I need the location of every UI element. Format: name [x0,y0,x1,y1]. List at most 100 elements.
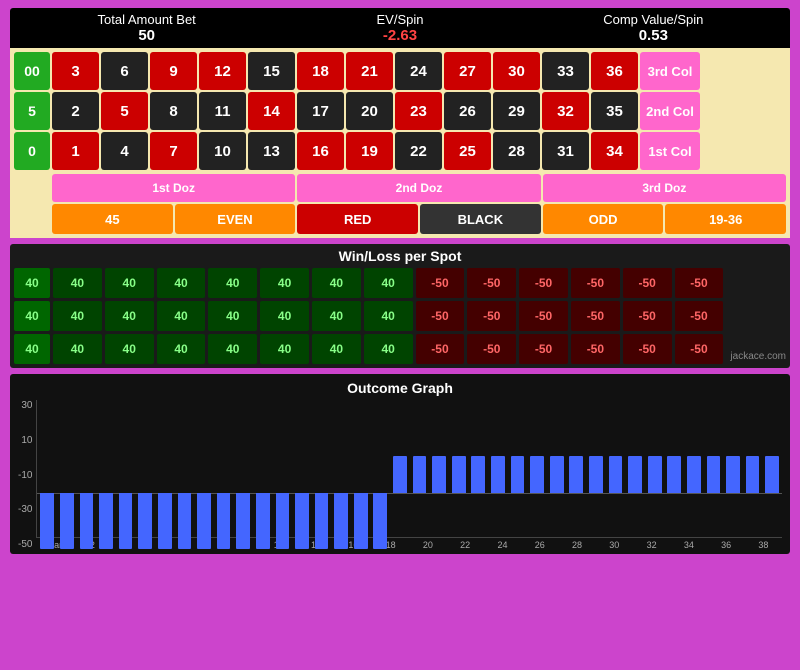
num-cell-13[interactable]: 13 [248,132,295,170]
num-cell-26[interactable]: 26 [444,92,491,130]
bet-cell-2[interactable]: RED [297,204,418,234]
num-cell-25[interactable]: 25 [444,132,491,170]
num-cell-27[interactable]: 27 [444,52,491,90]
bar-group [77,400,97,537]
bar-group [175,400,195,537]
num-cell-35[interactable]: 35 [591,92,638,130]
bet-cell-4[interactable]: ODD [543,204,664,234]
num-cell-30[interactable]: 30 [493,52,540,90]
bar-group [469,400,489,537]
wl-cell-2-7: -50 [416,334,465,364]
wl-row-1: 40404040404040-50-50-50-50-50-50 [53,301,723,331]
bar-group [664,400,684,537]
wl-cell-1-0: 40 [53,301,102,331]
num-cell-12[interactable]: 12 [199,52,246,90]
wl-cell-0-9: -50 [519,268,568,298]
bar [119,493,133,549]
num-cell-14[interactable]: 14 [248,92,295,130]
num-cell-29[interactable]: 29 [493,92,540,130]
wl-cell-2-5: 40 [312,334,361,364]
roulette-row-1: 52581114172023262932352nd Col [14,92,786,130]
winloss-grid: 40404040404040404040-50-50-50-50-50-5040… [14,268,786,364]
wl-cell-2-8: -50 [467,334,516,364]
num-cell-15[interactable]: 15 [248,52,295,90]
winloss-zeros: 404040 [14,268,50,364]
num-cell-31[interactable]: 31 [542,132,589,170]
wl-cell-1-12: -50 [675,301,724,331]
num-cell-32[interactable]: 32 [542,92,589,130]
num-cell-33[interactable]: 33 [542,52,589,90]
bar-group [566,400,586,537]
graph-section: Outcome Graph 3010-10-30-50 Start2468101… [10,374,790,554]
bar [511,456,525,494]
num-cell-16[interactable]: 16 [297,132,344,170]
col-label-1[interactable]: 2nd Col [640,92,700,130]
ev-block: EV/Spin -2.63 [273,12,526,44]
x-axis-label: 24 [484,540,521,550]
winloss-section: Win/Loss per Spot 40404040404040404040-5… [10,244,790,368]
num-cell-4[interactable]: 4 [101,132,148,170]
bet-cell-5[interactable]: 19-36 [665,204,786,234]
stats-bar: Total Amount Bet 50 EV/Spin -2.63 Comp V… [10,8,790,48]
bar [334,493,348,549]
wl-cell-0-11: -50 [623,268,672,298]
num-cell-34[interactable]: 34 [591,132,638,170]
dozen-cell-0[interactable]: 1st Doz [52,174,295,202]
zero-cell[interactable]: 5 [14,92,50,130]
bar-group [292,400,312,537]
num-cell-21[interactable]: 21 [346,52,393,90]
bet-cell-0[interactable]: 45 [52,204,173,234]
num-cell-9[interactable]: 9 [150,52,197,90]
num-cell-17[interactable]: 17 [297,92,344,130]
bar [726,456,740,494]
num-cell-8[interactable]: 8 [150,92,197,130]
num-cell-11[interactable]: 11 [199,92,246,130]
num-cell-1[interactable]: 1 [52,132,99,170]
comp-value: 0.53 [527,27,780,44]
x-axis-label: 20 [409,540,446,550]
num-cell-36[interactable]: 36 [591,52,638,90]
num-cell-22[interactable]: 22 [395,132,442,170]
num-cell-24[interactable]: 24 [395,52,442,90]
dozen-cell-1[interactable]: 2nd Doz [297,174,540,202]
bar-group [312,400,332,537]
num-cell-2[interactable]: 2 [52,92,99,130]
wl-cell-2-10: -50 [571,334,620,364]
bar [707,456,721,494]
bar-group [194,400,214,537]
wl-row-0: 40404040404040-50-50-50-50-50-50 [53,268,723,298]
num-cell-10[interactable]: 10 [199,132,246,170]
bet-cell-1[interactable]: EVEN [175,204,296,234]
wl-zero-0: 40 [14,268,50,298]
wl-cell-1-1: 40 [105,301,154,331]
y-axis: 3010-10-30-50 [18,400,36,550]
bar [197,493,211,549]
wl-cell-0-8: -50 [467,268,516,298]
num-cell-6[interactable]: 6 [101,52,148,90]
bar [687,456,701,494]
num-cell-20[interactable]: 20 [346,92,393,130]
y-axis-label: -30 [18,504,32,515]
num-cell-18[interactable]: 18 [297,52,344,90]
bar [746,456,760,494]
col-label-2[interactable]: 1st Col [640,132,700,170]
bar [667,456,681,494]
bet-cell-3[interactable]: BLACK [420,204,541,234]
bar [354,493,368,549]
dozen-cell-2[interactable]: 3rd Doz [543,174,786,202]
num-cell-7[interactable]: 7 [150,132,197,170]
num-cell-23[interactable]: 23 [395,92,442,130]
wl-zero-2: 40 [14,334,50,364]
ev-value: -2.63 [273,27,526,44]
zero-cell[interactable]: 00 [14,52,50,90]
num-cell-3[interactable]: 3 [52,52,99,90]
bar-group [351,400,371,537]
num-cell-19[interactable]: 19 [346,132,393,170]
bar [178,493,192,549]
num-cell-28[interactable]: 28 [493,132,540,170]
wl-cell-1-4: 40 [260,301,309,331]
bar [413,456,427,494]
col-label-0[interactable]: 3rd Col [640,52,700,90]
zero-cell[interactable]: 0 [14,132,50,170]
num-cell-5[interactable]: 5 [101,92,148,130]
